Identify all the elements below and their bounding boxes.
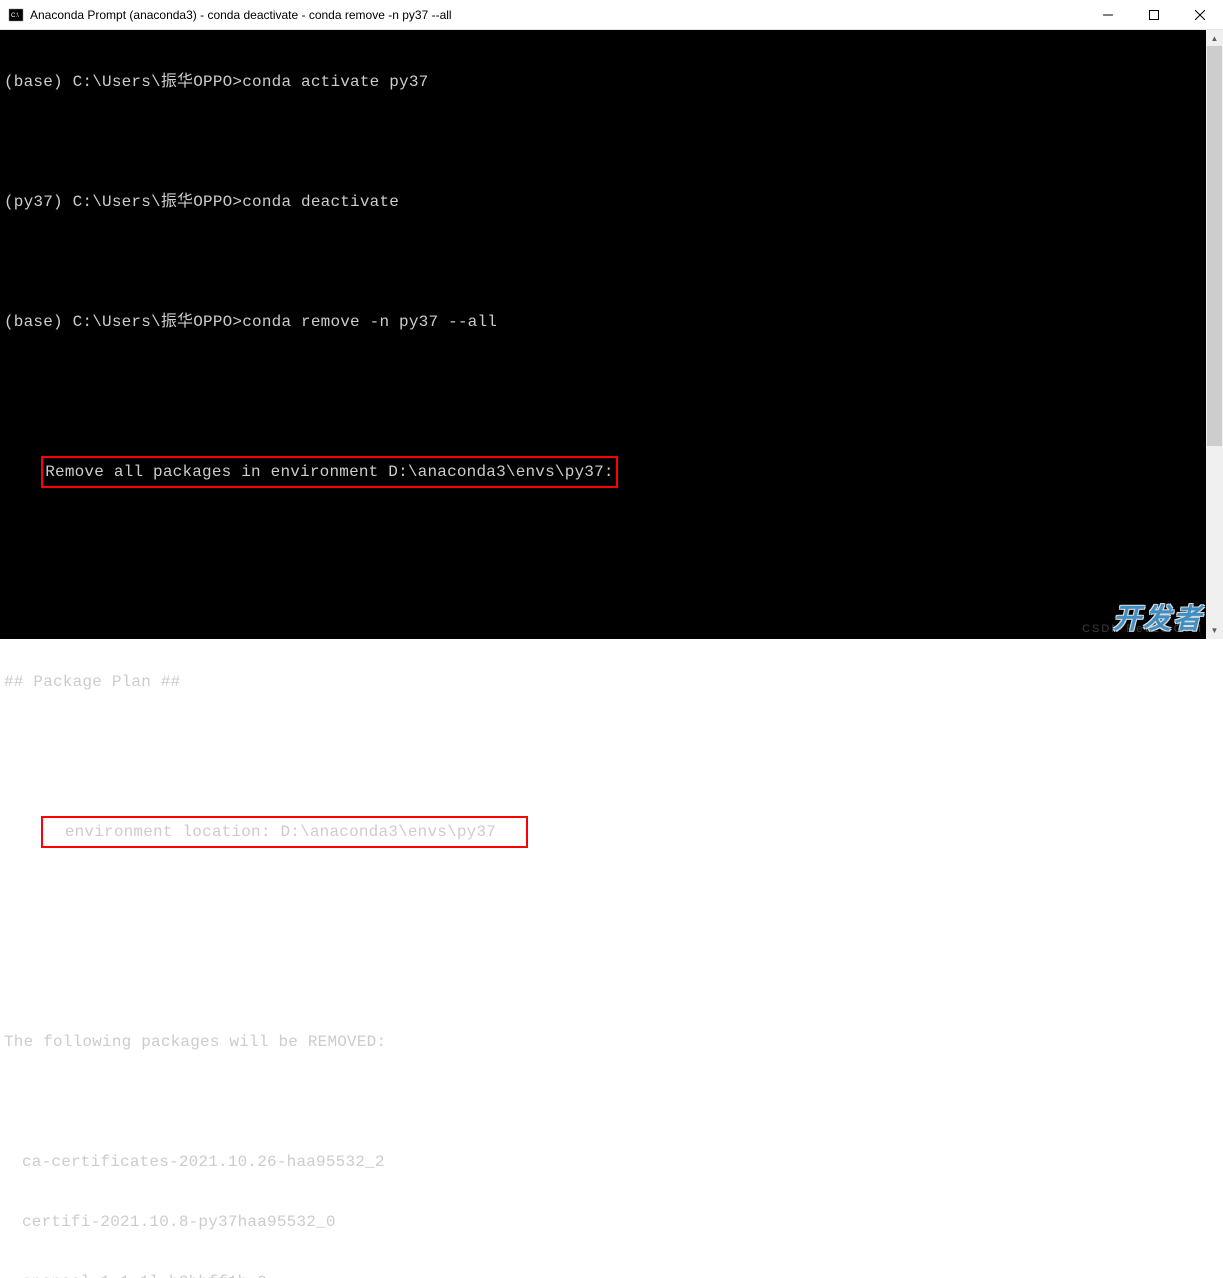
blank-line [0, 612, 1223, 632]
titlebar: C:\ Anaconda Prompt (anaconda3) - conda … [0, 0, 1223, 30]
package-item: ca-certificates-2021.10.26-haa95532_2 [0, 1152, 1223, 1172]
blank-line [0, 972, 1223, 992]
scroll-down-arrow[interactable]: ▼ [1206, 622, 1223, 639]
highlighted-section: Remove all packages in environment D:\an… [0, 432, 1223, 512]
highlighted-section: environment location: D:\anaconda3\envs\… [0, 792, 1223, 872]
blank-line [0, 132, 1223, 152]
package-item: openssl-1.1.1l-h2bbff1b_0 [0, 1272, 1223, 1278]
scrollbar-thumb[interactable] [1207, 46, 1222, 446]
removed-header: The following packages will be REMOVED: [0, 1032, 1223, 1052]
remove-env-message: Remove all packages in environment D:\an… [41, 456, 618, 488]
blank-line [0, 552, 1223, 572]
package-item: certifi-2021.10.8-py37haa95532_0 [0, 1212, 1223, 1232]
blank-line [0, 372, 1223, 392]
command-line: (base) C:\Users\振华OPPO>conda remove -n p… [0, 312, 1223, 332]
package-plan-header: ## Package Plan ## [0, 672, 1223, 692]
app-icon: C:\ [8, 7, 24, 23]
command-line: (py37) C:\Users\振华OPPO>conda deactivate [0, 192, 1223, 212]
command-line: (base) C:\Users\振华OPPO>conda activate py… [0, 72, 1223, 92]
window-controls [1085, 0, 1223, 29]
minimize-button[interactable] [1085, 0, 1131, 29]
vertical-scrollbar[interactable]: ▲ ▼ [1206, 30, 1223, 639]
blank-line [0, 1092, 1223, 1112]
maximize-button[interactable] [1131, 0, 1177, 29]
scroll-up-arrow[interactable]: ▲ [1206, 30, 1223, 47]
close-button[interactable] [1177, 0, 1223, 29]
watermark-logo: 开发者 [1113, 597, 1203, 637]
terminal-output[interactable]: (base) C:\Users\振华OPPO>conda activate py… [0, 30, 1223, 639]
window-title: Anaconda Prompt (anaconda3) - conda deac… [30, 8, 1085, 22]
blank-line [0, 912, 1223, 932]
env-location-message: environment location: D:\anaconda3\envs\… [41, 816, 528, 848]
blank-line [0, 732, 1223, 752]
blank-line [0, 252, 1223, 272]
svg-text:C:\: C:\ [11, 13, 19, 19]
